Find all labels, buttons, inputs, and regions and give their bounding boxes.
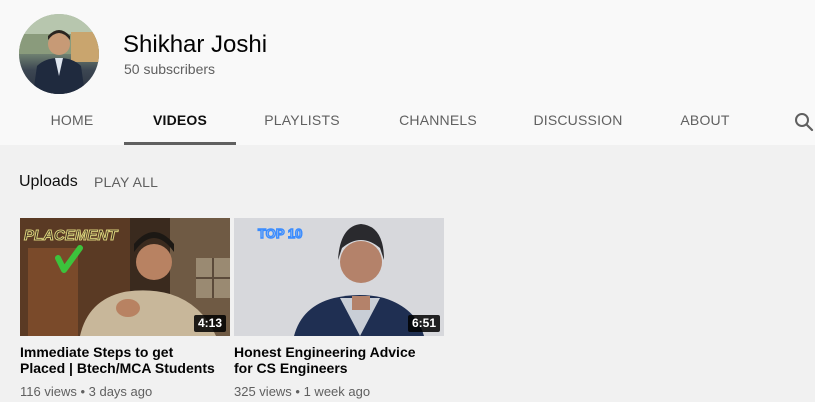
thumbnail-text: PLACEMENT <box>24 227 119 244</box>
channel-name: Shikhar Joshi <box>123 31 268 58</box>
video-meta: 325 views • 1 week ago <box>234 384 371 399</box>
thumbnail-text: TOP 10 <box>258 226 302 241</box>
tab-discussion[interactable]: DISCUSSION <box>530 96 626 144</box>
video-thumbnail[interactable]: TOP 10 6:51 <box>234 218 444 336</box>
video-card[interactable]: PLACEMENT 4:13 Immediate Steps to get Pl… <box>20 218 230 399</box>
active-tab-indicator <box>124 142 236 145</box>
video-title[interactable]: Honest Engineering Advice for CS Enginee… <box>234 344 434 376</box>
channel-header: Shikhar Joshi 50 subscribers HOME VIDEOS… <box>0 0 815 145</box>
play-all-button[interactable]: PLAY ALL <box>94 174 158 190</box>
tab-about[interactable]: ABOUT <box>675 96 735 144</box>
tab-videos[interactable]: VIDEOS <box>124 96 236 144</box>
tab-playlists[interactable]: PLAYLISTS <box>259 96 345 144</box>
avatar[interactable] <box>19 14 99 94</box>
video-meta: 116 views • 3 days ago <box>20 384 153 399</box>
video-duration: 4:13 <box>193 315 226 332</box>
channel-tabs: HOME VIDEOS PLAYLISTS CHANNELS DISCUSSIO… <box>0 96 815 145</box>
video-thumbnail[interactable]: PLACEMENT 4:13 <box>20 218 230 336</box>
video-title[interactable]: Immediate Steps to get Placed | Btech/MC… <box>20 344 220 376</box>
search-icon[interactable] <box>794 112 814 132</box>
video-duration: 6:51 <box>407 315 440 332</box>
video-card[interactable]: TOP 10 6:51 Honest Engineering Advice fo… <box>234 218 444 399</box>
shelf-title: Uploads <box>19 173 78 190</box>
tab-channels[interactable]: CHANNELS <box>394 96 482 144</box>
subscriber-count: 50 subscribers <box>124 61 216 77</box>
tab-home[interactable]: HOME <box>45 96 99 144</box>
